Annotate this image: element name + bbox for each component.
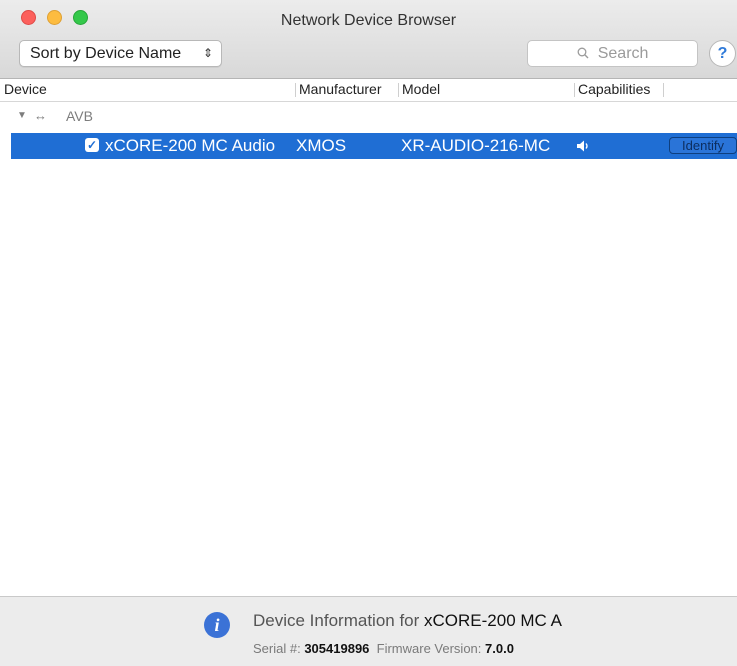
column-header-model[interactable]: Model [398, 79, 440, 101]
column-header-extra[interactable] [663, 79, 667, 101]
speaker-icon [577, 140, 588, 152]
window: Network Device Browser Sort by Device Na… [0, 0, 737, 666]
network-arrows-icon: ↔ [34, 108, 47, 123]
identify-button[interactable]: Identify [669, 137, 737, 154]
column-header-manufacturer[interactable]: Manufacturer [295, 79, 381, 101]
device-name: xCORE-200 MC Audio [105, 136, 276, 155]
info-icon: i [204, 612, 230, 638]
firmware-label: Firmware Version: [376, 641, 482, 656]
window-title: Network Device Browser [280, 12, 457, 29]
column-header: Device Manufacturer Model Capabilities [0, 79, 737, 102]
sort-popup-button[interactable]: Sort by Device Name ⇕ [19, 40, 222, 67]
column-header-capabilities[interactable]: Capabilities [574, 79, 650, 101]
disclosure-triangle-icon[interactable]: ▼ [17, 102, 27, 130]
device-info-title: Device Information for xCORE-200 MC A [253, 611, 562, 631]
search-placeholder: Search [597, 45, 649, 62]
group-label: AVB [66, 108, 93, 124]
serial-value: 305419896 [304, 641, 370, 656]
serial-label: Serial #: [253, 641, 301, 656]
device-info-panel: i Device Information for xCORE-200 MC A … [0, 596, 737, 666]
search-icon [577, 45, 593, 62]
sort-label: Sort by Device Name [30, 45, 182, 62]
device-info-details: Serial #: 305419896 Firmware Version: 7.… [253, 641, 514, 656]
device-manufacturer: XMOS [296, 136, 347, 155]
updown-chevron-icon: ⇕ [202, 46, 213, 60]
column-header-device[interactable]: Device [0, 79, 47, 101]
info-device-name: xCORE-200 MC A [424, 611, 562, 630]
title-bar: Network Device Browser Sort by Device Na… [0, 0, 737, 79]
search-field[interactable]: Search [527, 40, 698, 67]
help-button[interactable]: ? [709, 40, 736, 67]
group-row-avb[interactable]: ▼ ↔ AVB [0, 102, 737, 130]
device-row[interactable]: ✓ xCORE-200 MC Audio XMOS XR-AUDIO-216-M… [11, 133, 737, 159]
info-title-prefix: Device Information for [253, 611, 420, 630]
device-model: XR-AUDIO-216-MC [401, 136, 551, 155]
firmware-value: 7.0.0 [485, 641, 514, 656]
device-enabled-checkbox[interactable]: ✓ [85, 138, 99, 152]
